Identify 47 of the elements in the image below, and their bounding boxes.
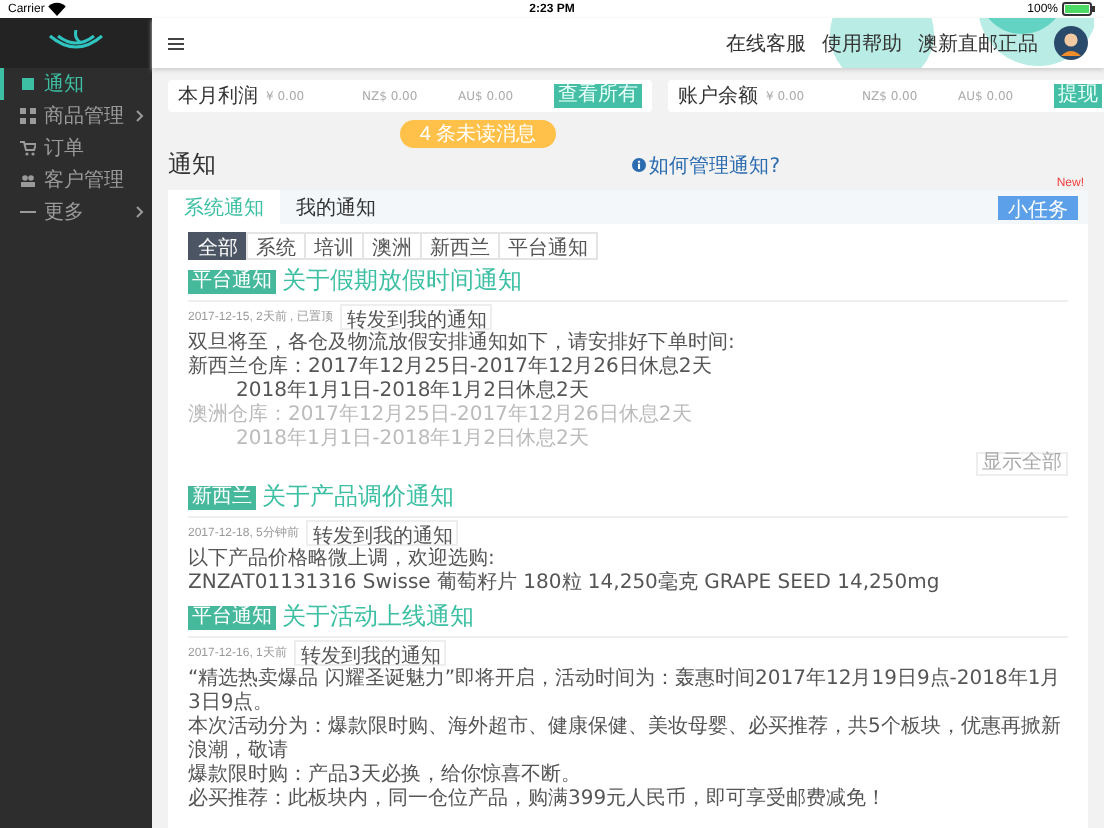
- chevron-icon: [136, 206, 144, 218]
- sidebar-item[interactable]: 通知: [0, 68, 152, 100]
- card-label: 本月利润: [178, 83, 258, 110]
- notice-text: 澳洲仓库：2017年12月25日-2017年12月26日休息2天: [188, 404, 694, 427]
- notice-text: 2018年1月1日-2018年1月2日休息2天: [234, 380, 591, 403]
- chevron-icon: [136, 110, 144, 122]
- notice-text: 新西兰仓库：2017年12月25日-2017年12月26日休息2天: [188, 356, 714, 379]
- filter-tab[interactable]: 平台通知: [498, 232, 598, 260]
- category-tag: 新西兰: [188, 485, 256, 509]
- tab[interactable]: 我的通知: [280, 190, 392, 224]
- notice-text: 本次活动分为：爆款限时购、海外超市、健康保健、美妆母婴、必买推荐，共5个板块，优惠再掀新浪潮，敬请: [188, 716, 1063, 763]
- card-label: 账户余额: [678, 83, 758, 110]
- sidebar-item[interactable]: 商品管理: [0, 100, 152, 132]
- info-icon: [631, 158, 646, 172]
- notice-text: 以下产品价格略微上调，欢迎选购:: [188, 548, 497, 571]
- sidebar-item[interactable]: 客户管理: [0, 164, 152, 196]
- forward-button[interactable]: 转发到我的通知: [306, 520, 459, 546]
- sidebar-item[interactable]: 订单: [0, 132, 152, 164]
- filter-tab[interactable]: 全部: [188, 232, 248, 260]
- page-title: 通知: [168, 148, 216, 182]
- cart-icon: [20, 140, 36, 156]
- filter-tab[interactable]: 澳洲: [362, 232, 422, 260]
- notice-text: 双旦将至，各仓及物流放假安排通知如下，请安排好下单时间:: [188, 332, 737, 355]
- forward-button[interactable]: 转发到我的通知: [340, 304, 493, 330]
- sidebar-item[interactable]: 更多: [0, 196, 152, 228]
- wifi-icon: [48, 2, 67, 16]
- user-name[interactable]: 澳新直邮正品: [918, 29, 1038, 57]
- forward-button[interactable]: 转发到我的通知: [294, 640, 447, 666]
- avatar-icon[interactable]: [1054, 26, 1088, 60]
- notice-text: 2018年1月1日-2018年1月2日休息2天: [234, 428, 591, 452]
- header-link[interactable]: 使用帮助: [822, 29, 902, 57]
- category-tag: 平台通知: [188, 269, 276, 293]
- notice-text: 爆款限时购：产品3天必换，给你惊喜不断。: [188, 764, 583, 787]
- notice-text: “精选热卖爆品 闪耀圣诞魅力”即将开启，活动时间为：轰惠时间2017年12月19日9点-2018年1月3日9点。: [188, 668, 1063, 715]
- header-link[interactable]: 在线客服: [726, 29, 806, 57]
- category-tag: 平台通知: [188, 605, 276, 629]
- people-icon: [20, 172, 36, 188]
- menu-icon[interactable]: [168, 37, 184, 49]
- battery-icon: [1062, 2, 1096, 16]
- help-link[interactable]: 如何管理通知?: [631, 151, 780, 179]
- notice-text: 必买推荐：此板块内，同一仓位产品，购满399元人民币，即可享受邮费减免！: [188, 788, 889, 812]
- notice-text: ZNZAT01131316 Swisse 葡萄籽片 180粒 14,250毫克 GRAPE SEED 14,250mg: [188, 572, 942, 596]
- filter-tab[interactable]: 培训: [304, 232, 364, 260]
- notice-icon: [20, 76, 36, 92]
- grid-icon: [20, 108, 36, 124]
- filter-tab[interactable]: 新西兰: [420, 232, 500, 260]
- filter-tab[interactable]: 系统: [246, 232, 306, 260]
